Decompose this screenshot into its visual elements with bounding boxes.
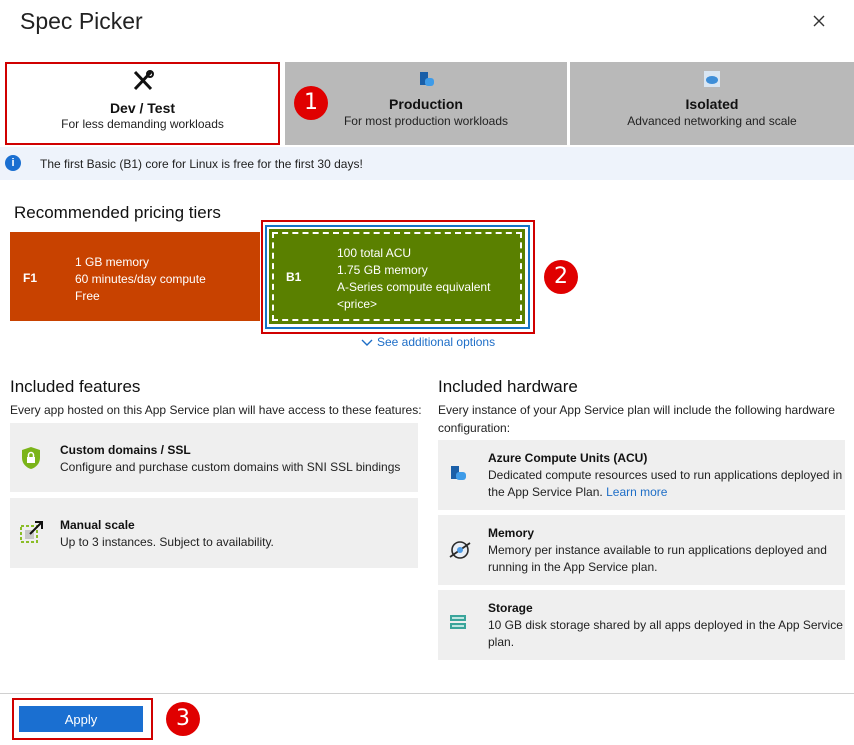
hardware-subtitle-2: configuration: — [438, 421, 511, 435]
hardware-title: Memory — [488, 526, 535, 540]
tab-desc: For most production workloads — [343, 114, 509, 128]
hardware-heading: Included hardware — [438, 377, 578, 396]
tier-line: <price> — [337, 297, 378, 311]
page-title: Spec Picker — [20, 8, 143, 34]
hardware-desc: Dedicated compute resources used to run … — [488, 468, 843, 482]
info-icon: i — [5, 155, 21, 171]
tier-card-f1[interactable]: F1 1 GB memory 60 minutes/day compute Fr… — [10, 232, 260, 321]
chevron-down-icon — [361, 339, 373, 346]
hardware-desc-2: running in the App Service plan. — [488, 560, 658, 574]
hardware-title: Azure Compute Units (ACU) — [488, 451, 648, 465]
tier-code: F1 — [23, 271, 38, 285]
feature-title: Custom domains / SSL — [60, 443, 191, 457]
tier-line: 1.75 GB memory — [337, 263, 428, 277]
tier-line: 60 minutes/day compute — [75, 272, 206, 286]
scale-icon — [20, 521, 43, 543]
server-icon — [285, 68, 567, 90]
tier-card-b1[interactable]: B1 100 total ACU 1.75 GB memory A-Series… — [269, 229, 525, 324]
hardware-desc-2: plan. — [488, 635, 515, 649]
recommended-heading: Recommended pricing tiers — [14, 203, 221, 222]
see-additional-options-link[interactable]: See additional options — [361, 335, 495, 349]
hardware-card-storage: Storage 10 GB disk storage shared by all… — [438, 590, 845, 660]
hardware-desc: Memory per instance available to run app… — [488, 543, 827, 557]
learn-more-link[interactable]: Learn more — [606, 485, 667, 499]
feature-title: Manual scale — [60, 518, 135, 532]
hardware-card-memory: Memory Memory per instance available to … — [438, 515, 845, 585]
features-subtitle: Every app hosted on this App Service pla… — [10, 403, 422, 417]
tab-desc: Advanced networking and scale — [627, 114, 797, 128]
footer-divider — [0, 693, 854, 694]
feature-desc: Up to 3 instances. Subject to availabili… — [60, 535, 274, 549]
tab-dev-test[interactable]: Dev / Test For less demanding workloads — [5, 62, 280, 145]
info-banner: i The first Basic (B1) core for Linux is… — [0, 147, 854, 180]
see-more-label: See additional options — [377, 335, 496, 349]
feature-desc: Configure and purchase custom domains wi… — [60, 460, 401, 474]
callout-3: 3 — [166, 702, 200, 736]
shield-lock-icon — [22, 447, 40, 469]
tier-line: Free — [75, 289, 100, 303]
hardware-desc: 10 GB disk storage shared by all apps de… — [488, 618, 843, 632]
close-icon[interactable] — [806, 8, 832, 34]
tools-icon — [7, 70, 278, 92]
tab-desc: For less demanding workloads — [61, 117, 224, 131]
storage-icon — [450, 615, 466, 629]
hardware-subtitle: Every instance of your App Service plan … — [438, 403, 835, 417]
hardware-title: Storage — [488, 601, 533, 615]
tab-name: Dev / Test — [109, 100, 176, 116]
tier-code: B1 — [286, 270, 302, 284]
tier-line: 1 GB memory — [75, 255, 150, 269]
hardware-desc-2: the App Service Plan. Learn more — [488, 485, 668, 499]
isolated-cloud-icon — [570, 68, 854, 90]
callout-1: 1 — [294, 86, 328, 120]
tab-isolated[interactable]: Isolated Advanced networking and scale — [570, 62, 854, 145]
tier-line: A-Series compute equivalent — [337, 280, 491, 294]
info-text: The first Basic (B1) core for Linux is f… — [40, 157, 363, 171]
tab-name: Isolated — [685, 96, 739, 112]
features-heading: Included features — [10, 377, 141, 396]
tier-line: 100 total ACU — [337, 246, 412, 260]
callout-2: 2 — [544, 260, 578, 294]
apply-button[interactable]: Apply — [19, 706, 143, 732]
hardware-card-acu: Azure Compute Units (ACU) Dedicated comp… — [438, 440, 845, 510]
feature-card-manual-scale: Manual scale Up to 3 instances. Subject … — [10, 498, 418, 568]
compute-icon — [451, 466, 466, 480]
feature-card-custom-domains: Custom domains / SSL Configure and purch… — [10, 423, 418, 492]
memory-icon — [449, 541, 471, 559]
